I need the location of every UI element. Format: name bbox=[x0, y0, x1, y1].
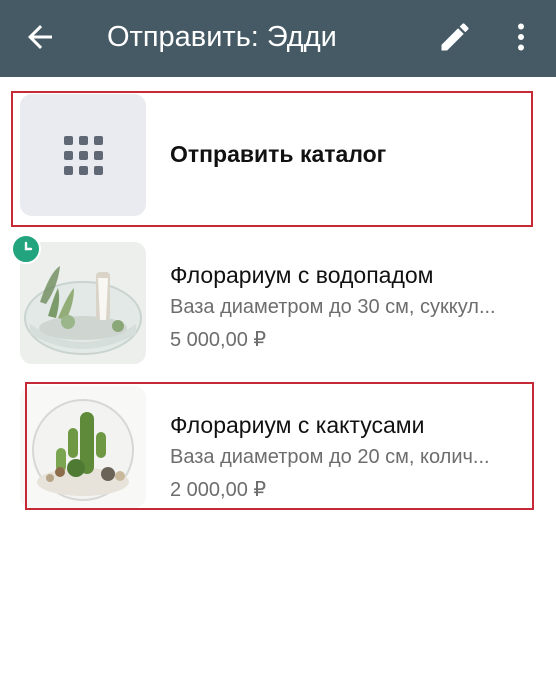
page-title: Отправить: Эдди bbox=[107, 21, 337, 53]
florarium-cactus-image bbox=[20, 386, 146, 508]
list-item[interactable]: Флорариум с водопадом Ваза диаметром до … bbox=[0, 242, 556, 364]
clock-icon bbox=[24, 241, 33, 251]
product-price: 5 000,00 ₽ bbox=[170, 329, 267, 351]
product-image bbox=[20, 386, 146, 508]
product-title: Флорариум с кактусами bbox=[170, 412, 425, 438]
product-description: Ваза диаметром до 20 см, колич... bbox=[170, 446, 490, 468]
pending-status-badge bbox=[11, 234, 41, 264]
edit-pencil-icon[interactable] bbox=[437, 19, 473, 55]
grid-icon bbox=[64, 136, 103, 175]
catalog-thumbnail bbox=[20, 94, 146, 216]
list-item[interactable]: Флорариум с кактусами Ваза диаметром до … bbox=[0, 386, 556, 508]
app-bar: Отправить: Эдди bbox=[0, 0, 556, 77]
product-title: Флорариум с водопадом bbox=[170, 262, 434, 288]
more-vert-icon[interactable] bbox=[503, 19, 539, 55]
arrow-back-icon[interactable] bbox=[22, 19, 58, 55]
product-description: Ваза диаметром до 30 см, суккул... bbox=[170, 296, 496, 318]
send-catalog-item[interactable]: Отправить каталог bbox=[0, 94, 556, 216]
catalog-label: Отправить каталог bbox=[170, 141, 387, 167]
product-price: 2 000,00 ₽ bbox=[170, 479, 267, 501]
